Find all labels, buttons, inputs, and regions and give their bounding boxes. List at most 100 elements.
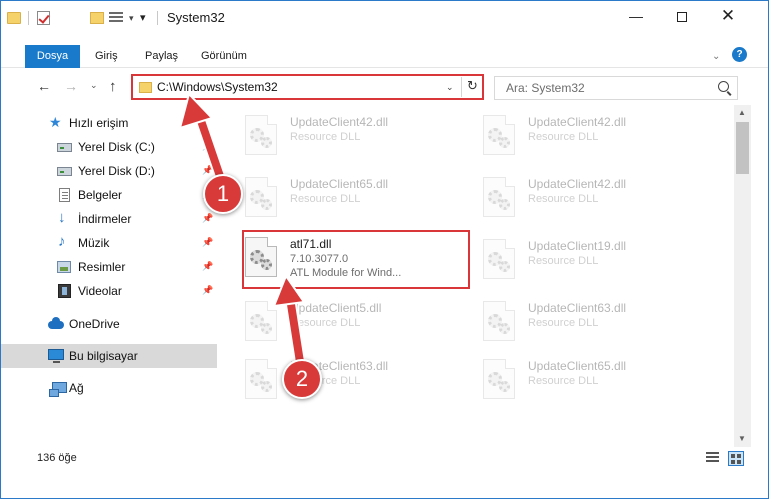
file-item[interactable]: UpdateClient5.dll Resource DLL (233, 293, 463, 345)
maximize-icon (677, 12, 687, 23)
tab-share[interactable]: Paylaş (135, 45, 188, 67)
sidebar-item-pictures[interactable]: Resimler 📌 (1, 255, 217, 279)
navigation-bar: ← → ⌄ ↑ C:\Windows\System32 ⌄ ↻ Ara: Sys… (1, 69, 768, 103)
minimize-button[interactable]: — (613, 1, 659, 31)
sidebar-item-music[interactable]: ♪ Müzik 📌 (1, 231, 217, 255)
vertical-scrollbar[interactable]: ▲ ▼ (734, 105, 751, 447)
sidebar-item-network[interactable]: Ağ (1, 376, 217, 400)
sidebar-item-label: Müzik (78, 236, 110, 250)
tab-file[interactable]: Dosya (25, 45, 80, 68)
details-view-icon[interactable] (706, 452, 721, 465)
sidebar-item-label: Yerel Disk (D:) (78, 164, 155, 178)
file-item[interactable]: UpdateClient63.dll Resource DLL (471, 293, 701, 345)
folder-icon (7, 12, 21, 24)
drive-icon (57, 167, 72, 176)
address-dropdown-button[interactable]: ⌄ (446, 82, 454, 93)
pin-icon[interactable]: 📌 (202, 141, 213, 152)
status-bar: 136 öğe (1, 447, 768, 471)
drive-icon (57, 143, 72, 152)
tab-view[interactable]: Görünüm (191, 45, 257, 67)
sidebar-item-local-disk-c[interactable]: Yerel Disk (C:) 📌 (1, 135, 217, 159)
file-name: UpdateClient19.dll (528, 239, 627, 253)
document-icon (59, 188, 70, 202)
file-name: UpdateClient42.dll (528, 177, 627, 191)
file-item[interactable]: UpdateClient19.dll Resource DLL (471, 231, 701, 283)
pin-icon[interactable]: 📌 (202, 213, 213, 224)
address-bar[interactable]: C:\Windows\System32 ⌄ ↻ (131, 74, 484, 100)
sidebar-item-local-disk-d[interactable]: Yerel Disk (D:) 📌 (1, 159, 217, 183)
file-item[interactable]: UpdateClient42.dll Resource DLL (233, 107, 463, 159)
scroll-down-icon[interactable]: ▼ (738, 434, 746, 443)
file-item[interactable]: UpdateClient65.dll Resource DLL (471, 351, 701, 403)
large-icons-view-icon[interactable] (728, 451, 744, 466)
sidebar-item-label: Hızlı erişim (69, 116, 129, 130)
chevron-down-icon[interactable]: ▾ (129, 13, 134, 24)
properties-check-icon[interactable] (37, 11, 50, 25)
sidebar-item-label: Resimler (78, 260, 126, 274)
address-path[interactable]: C:\Windows\System32 (157, 80, 278, 94)
pin-icon[interactable]: 📌 (202, 165, 213, 176)
file-type: Resource DLL (290, 317, 361, 329)
file-name: UpdateClient42.dll (528, 115, 627, 129)
pin-icon[interactable]: 📌 (202, 261, 213, 272)
sidebar-item-onedrive[interactable]: OneDrive (1, 312, 217, 336)
up-button[interactable]: ↑ (109, 78, 117, 95)
close-button[interactable]: ✕ (705, 1, 751, 31)
file-highlight-box (242, 230, 470, 289)
dll-file-icon (245, 359, 277, 399)
sidebar-item-label: Belgeler (78, 188, 123, 202)
star-icon: ★ (49, 114, 62, 130)
refresh-button[interactable]: ↻ (467, 78, 478, 94)
file-type: Resource DLL (290, 193, 361, 205)
dll-file-icon (483, 359, 515, 399)
scroll-up-icon[interactable]: ▲ (738, 108, 746, 117)
file-type: Resource DLL (290, 131, 361, 143)
file-name: UpdateClient42.dll (290, 115, 389, 129)
pin-icon[interactable]: 📌 (202, 237, 213, 248)
pin-icon[interactable]: 📌 (202, 285, 213, 296)
sidebar-item-downloads[interactable]: ↓ İndirmeler 📌 (1, 207, 217, 231)
quick-access-divider (28, 11, 29, 25)
sidebar-item-documents[interactable]: Belgeler 📌 (1, 183, 217, 207)
file-type: Resource DLL (528, 317, 599, 329)
sidebar-item-this-pc[interactable]: Bu bilgisayar (1, 344, 217, 368)
file-item[interactable]: UpdateClient65.dll Resource DLL (233, 169, 463, 221)
step-badge-1: 1 (203, 174, 243, 214)
file-name: UpdateClient65.dll (528, 359, 627, 373)
dll-file-icon (483, 115, 515, 155)
address-divider (461, 77, 462, 97)
step-badge-2: 2 (282, 359, 322, 399)
maximize-button[interactable] (659, 1, 705, 31)
forward-button[interactable]: → (64, 78, 78, 94)
file-name: UpdateClient63.dll (528, 301, 627, 315)
sidebar-item-videos[interactable]: Videolar 📌 (1, 279, 217, 303)
recent-locations-button[interactable]: ⌄ (90, 80, 98, 91)
file-item[interactable]: UpdateClient42.dll Resource DLL (471, 107, 701, 159)
new-folder-icon[interactable] (90, 12, 104, 24)
sidebar-item-quick-access[interactable]: ★ Hızlı erişim (1, 111, 217, 135)
back-button[interactable]: ← (37, 78, 51, 94)
file-item[interactable]: UpdateClient42.dll Resource DLL (471, 169, 701, 221)
dll-file-icon (245, 177, 277, 217)
cloud-icon (48, 317, 64, 329)
file-name: UpdateClient5.dll (290, 301, 382, 315)
file-type: Resource DLL (528, 375, 599, 387)
scrollbar-thumb[interactable] (736, 122, 749, 174)
music-icon: ♪ (58, 233, 66, 250)
ribbon: Dosya Giriş Paylaş Görünüm ⌄ ? (1, 33, 768, 68)
folder-icon (139, 82, 152, 93)
file-item[interactable]: UpdateClient63.dll Resource DLL (233, 351, 463, 403)
pictures-icon (57, 261, 71, 273)
videos-icon (58, 284, 71, 298)
dll-file-icon (483, 239, 515, 279)
customize-toolbar-icon[interactable]: ▾ (140, 11, 146, 24)
ribbon-collapse-icon[interactable]: ⌄ (712, 51, 720, 62)
properties-icon[interactable] (109, 12, 125, 24)
dll-file-icon (245, 301, 277, 341)
search-icon[interactable] (718, 81, 729, 92)
sidebar-item-label: Ağ (69, 381, 84, 395)
sidebar-item-label: İndirmeler (78, 212, 132, 226)
search-input[interactable]: Ara: System32 (494, 76, 738, 100)
tab-home[interactable]: Giriş (85, 45, 128, 67)
help-icon[interactable]: ? (732, 47, 747, 62)
